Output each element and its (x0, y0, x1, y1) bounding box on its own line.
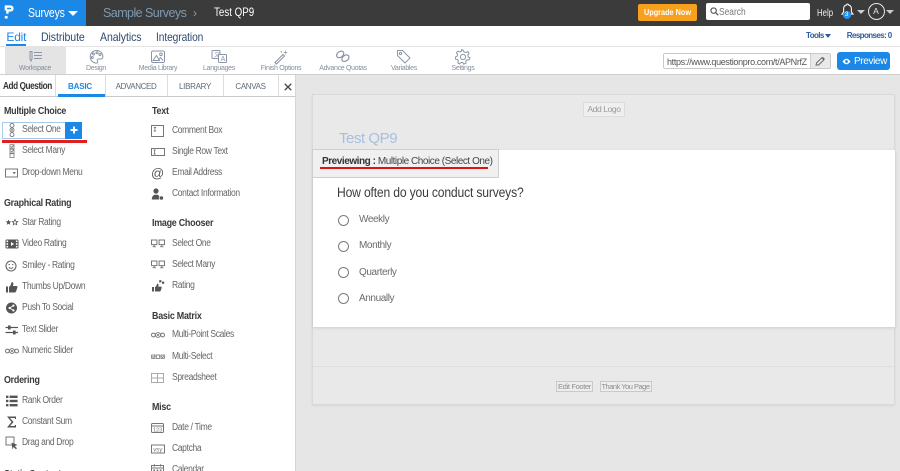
svg-text:@: @ (151, 166, 164, 180)
svg-text:vsy: vsy (153, 448, 163, 454)
svg-text:A: A (221, 56, 226, 63)
svg-text:123: 123 (153, 427, 162, 433)
